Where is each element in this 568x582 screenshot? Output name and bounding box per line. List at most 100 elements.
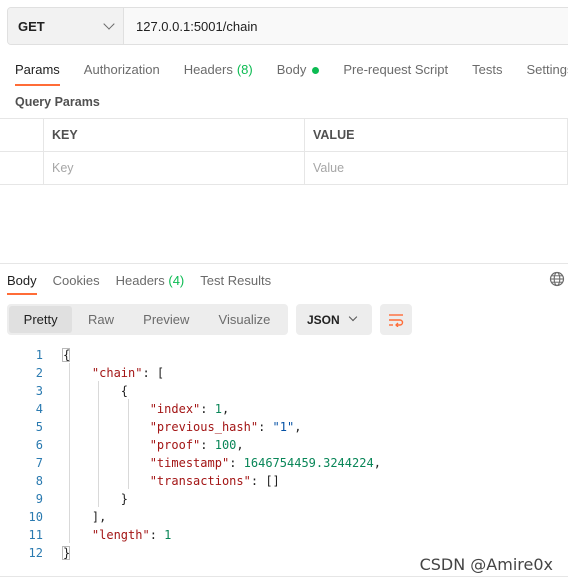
- tab-label: Pre-request Script: [343, 62, 449, 77]
- format-select-value: JSON: [307, 312, 340, 327]
- line-number: 9: [35, 492, 43, 506]
- code-text: "length": 1: [91, 528, 172, 542]
- code-line: 3 {: [0, 382, 568, 400]
- line-number: 1: [35, 348, 43, 362]
- response-tabs: Body Cookies Headers (4) Test Results: [0, 266, 568, 296]
- preview-button[interactable]: Preview: [130, 306, 203, 333]
- tab-body[interactable]: Body: [277, 56, 320, 86]
- body-status-dot-icon: [312, 67, 320, 74]
- format-select[interactable]: JSON: [296, 304, 372, 335]
- wrap-lines-button[interactable]: [380, 304, 412, 335]
- line-number: 7: [35, 456, 43, 470]
- raw-button[interactable]: Raw: [72, 306, 129, 333]
- json-string: "1": [272, 420, 295, 434]
- json-number: 1: [164, 528, 172, 542]
- json-key: "timestamp": [149, 456, 230, 470]
- json-key: "transactions": [149, 474, 251, 488]
- tab-label: Tests: [472, 62, 503, 77]
- line-number: 3: [35, 384, 43, 398]
- json-key: "chain": [91, 366, 143, 380]
- url-input[interactable]: 127.0.0.1:5001/chain: [124, 8, 568, 44]
- tab-tests[interactable]: Tests: [472, 56, 502, 86]
- response-tab-test-results[interactable]: Test Results: [200, 266, 271, 294]
- method-label: GET: [18, 18, 45, 34]
- tab-params[interactable]: Params: [15, 56, 60, 86]
- line-number: 2: [35, 366, 43, 380]
- code-line: 10 ],: [0, 508, 568, 526]
- key-placeholder: Key: [52, 161, 74, 175]
- tab-settings[interactable]: Settings: [526, 56, 568, 86]
- json-punct: }: [63, 546, 71, 560]
- wrap-lines-icon: [389, 313, 404, 327]
- json-punct: {: [120, 384, 129, 398]
- row-check-cell[interactable]: [0, 152, 44, 184]
- tab-label: Headers: [183, 62, 233, 77]
- code-text: "previous_hash": "1",: [149, 420, 302, 434]
- code-line: 5 "previous_hash": "1",: [0, 418, 568, 436]
- code-text: {: [43, 382, 128, 400]
- param-key-input[interactable]: Key: [44, 152, 305, 184]
- watermark: CSDN @Amire0x: [419, 555, 553, 574]
- line-number: 6: [35, 438, 43, 452]
- request-tabs: Params Authorization Headers (8) Body Pre…: [0, 56, 568, 88]
- value-column-header: VALUE: [305, 119, 568, 151]
- line-number: 4: [35, 402, 43, 416]
- bottom-divider: [0, 576, 568, 577]
- json-number: 100: [214, 438, 237, 452]
- code-line: 6 "proof": 100,: [0, 436, 568, 454]
- tab-headers[interactable]: Headers (8): [184, 56, 253, 86]
- param-value-input[interactable]: Value: [305, 152, 568, 184]
- value-header-label: VALUE: [313, 128, 355, 142]
- code-text: "chain": [: [43, 364, 164, 382]
- tab-label: Cookies: [52, 273, 100, 288]
- code-line: 4 "index": 1,: [0, 400, 568, 418]
- response-tab-cookies[interactable]: Cookies: [53, 266, 100, 294]
- json-key: "length": [91, 528, 150, 542]
- pane-divider[interactable]: [0, 263, 568, 264]
- tab-label: Body: [276, 62, 307, 77]
- code-text: }: [43, 490, 128, 508]
- value-placeholder: Value: [313, 161, 345, 175]
- response-body-code[interactable]: 1{ 2 "chain": [ 3 { 4 "index": 1, 5 "pre…: [0, 346, 568, 562]
- header-check-cell: [0, 119, 44, 151]
- json-punct: []: [265, 474, 280, 488]
- tab-label: Params: [15, 62, 60, 77]
- tab-authorization[interactable]: Authorization: [84, 56, 160, 86]
- visualize-button[interactable]: Visualize: [203, 306, 286, 333]
- code-text: "timestamp": 1646754459.3244224,: [149, 456, 381, 470]
- code-line: 9 }: [0, 490, 568, 508]
- params-table: KEY VALUE Key Value: [0, 118, 568, 185]
- code-text: "transactions": []: [149, 474, 280, 488]
- json-number: 1646754459.3244224: [243, 456, 374, 470]
- params-empty-row: Key Value: [0, 152, 568, 185]
- view-mode-group: Pretty Raw Preview Visualize: [7, 304, 288, 335]
- code-line: 2 "chain": [: [0, 364, 568, 382]
- tab-label: Authorization: [83, 62, 160, 77]
- tab-label: Settings: [526, 62, 568, 77]
- line-number: 5: [35, 420, 43, 434]
- code-text: }: [43, 544, 70, 562]
- tab-pre-request-script[interactable]: Pre-request Script: [343, 56, 448, 86]
- line-number: 12: [28, 546, 43, 560]
- line-number: 11: [28, 528, 43, 542]
- response-tab-body[interactable]: Body: [7, 266, 37, 295]
- line-number: 8: [35, 474, 43, 488]
- key-header-label: KEY: [52, 128, 78, 142]
- line-number: 10: [28, 510, 43, 524]
- code-line: 1{: [0, 346, 568, 364]
- globe-icon[interactable]: [549, 271, 565, 287]
- code-line: 8 "transactions": []: [0, 472, 568, 490]
- pretty-button[interactable]: Pretty: [9, 306, 73, 333]
- json-number: 1: [214, 402, 222, 416]
- method-dropdown[interactable]: GET: [8, 8, 124, 44]
- tab-label: Headers: [115, 273, 165, 288]
- chevron-down-icon: [103, 18, 115, 30]
- code-text: ],: [43, 508, 106, 526]
- json-punct: : [: [142, 366, 165, 380]
- code-line: 7 "timestamp": 1646754459.3244224,: [0, 454, 568, 472]
- response-headers-count: (4): [168, 273, 185, 288]
- query-params-title: Query Params: [15, 95, 100, 109]
- key-column-header: KEY: [44, 119, 305, 151]
- request-bar: GET 127.0.0.1:5001/chain: [7, 7, 568, 45]
- response-tab-headers[interactable]: Headers (4): [116, 266, 185, 294]
